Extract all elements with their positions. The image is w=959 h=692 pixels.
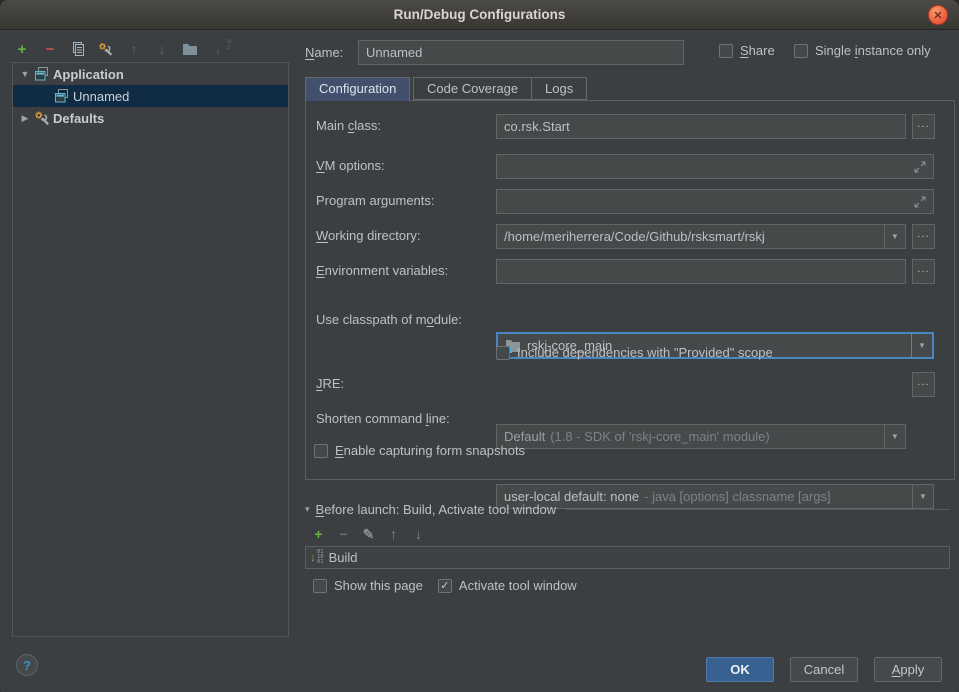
before-launch-toolbar: + − ✎ ↑ ↓ (313, 526, 424, 542)
jre-browse-button[interactable]: ... (912, 372, 935, 397)
chevron-collapsed-icon[interactable]: ▶ (17, 113, 33, 124)
tree-item-defaults[interactable]: ▶ Defaults (13, 107, 288, 129)
run-debug-configurations-dialog: Run/Debug Configurations ✕ + − (0, 0, 959, 692)
include-provided-label: Include dependencies with "Provided" sco… (517, 345, 773, 360)
checkbox-box[interactable] (496, 346, 510, 360)
classpath-module-label: Use classpath of module: (316, 312, 462, 327)
show-this-page-checkbox[interactable]: Show this page (313, 578, 423, 593)
single-instance-label: Single instance only (815, 43, 931, 58)
application-icon (53, 88, 71, 104)
help-icon: ? (23, 658, 31, 673)
defaults-wrench-icon (33, 110, 51, 126)
share-checkbox[interactable]: Share (719, 43, 775, 58)
before-launch-section-header[interactable]: ▾ Before launch: Build, Activate tool wi… (305, 502, 950, 517)
name-input[interactable]: Unnamed (358, 40, 684, 65)
activate-tool-window-checkbox[interactable]: ✓ Activate tool window (438, 578, 577, 593)
main-class-browse-button[interactable]: ... (912, 114, 935, 139)
before-launch-task-list: ↓ 01 10 01 Build (305, 546, 950, 569)
shorten-command-line-label: Shorten command line: (316, 411, 450, 426)
tab-configuration[interactable]: Configuration (305, 77, 410, 101)
include-provided-checkbox[interactable]: Include dependencies with "Provided" sco… (496, 345, 773, 360)
configurations-toolbar: + − ↑ ↓ ↓ (14, 38, 226, 60)
chevron-down-icon[interactable]: ▼ (884, 225, 905, 248)
name-label: Name: (305, 45, 343, 60)
program-arguments-input[interactable] (496, 189, 934, 214)
tree-item-unnamed[interactable]: Unnamed (13, 85, 288, 107)
environment-variables-label: Environment variables: (316, 263, 448, 278)
task-build[interactable]: ↓ 01 10 01 Build (306, 547, 949, 568)
move-task-down-icon[interactable]: ↓ (413, 526, 424, 542)
working-directory-combobox[interactable]: /home/meriherrera/Code/Github/rsksmart/r… (496, 224, 906, 249)
tree-item-application[interactable]: ▼ Application (13, 63, 288, 85)
section-collapse-icon[interactable]: ▾ (305, 504, 310, 515)
checkbox-box[interactable] (719, 44, 733, 58)
activate-tool-window-label: Activate tool window (459, 578, 577, 593)
move-up-icon[interactable]: ↑ (126, 41, 142, 57)
configuration-panel: Main class: co.rsk.Start ... VM options:… (305, 100, 955, 480)
compile-icon: ↓ 01 10 01 (310, 550, 324, 564)
remove-task-icon[interactable]: − (338, 526, 349, 542)
add-configuration-icon[interactable]: + (14, 41, 30, 57)
move-task-up-icon[interactable]: ↑ (388, 526, 399, 542)
chevron-down-icon[interactable]: ▼ (884, 425, 905, 448)
tree-item-label: Application (51, 67, 124, 82)
vm-options-input[interactable] (496, 154, 934, 179)
environment-variables-browse-button[interactable]: ... (912, 259, 935, 284)
edit-defaults-icon[interactable] (98, 41, 114, 57)
tab-logs[interactable]: Logs (531, 77, 587, 100)
working-directory-label: Working directory: (316, 228, 421, 243)
main-class-label: Main class: (316, 118, 381, 133)
show-this-page-label: Show this page (334, 578, 423, 593)
edit-task-icon[interactable]: ✎ (363, 526, 374, 542)
program-arguments-label: Program arguments: (316, 193, 435, 208)
vm-options-label: VM options: (316, 158, 385, 173)
move-down-icon[interactable]: ↓ (154, 41, 170, 57)
expand-editor-icon[interactable] (914, 196, 926, 208)
before-launch-options: Show this page ✓ Activate tool window (313, 578, 577, 593)
expand-editor-icon[interactable] (914, 161, 926, 173)
sort-configurations-icon[interactable]: ↓ a z (210, 41, 226, 57)
chevron-expanded-icon[interactable]: ▼ (17, 69, 33, 79)
check-icon: ✓ (440, 579, 449, 592)
before-launch-title: Before launch: Build, Activate tool wind… (316, 502, 557, 517)
tab-code-coverage[interactable]: Code Coverage (413, 77, 532, 100)
working-directory-browse-button[interactable]: ... (912, 224, 935, 249)
checkbox-box[interactable] (313, 579, 327, 593)
close-icon: ✕ (933, 9, 942, 22)
single-instance-checkbox[interactable]: Single instance only (794, 43, 931, 58)
checkbox-box[interactable] (314, 444, 328, 458)
jre-label: JRE: (316, 376, 344, 391)
help-button[interactable]: ? (16, 654, 38, 676)
configurations-tree: ▼ Application Unnamed ▶ (12, 62, 289, 637)
chevron-down-icon[interactable]: ▼ (911, 334, 932, 357)
main-class-input[interactable]: co.rsk.Start (496, 114, 906, 139)
environment-variables-input[interactable] (496, 259, 906, 284)
add-task-icon[interactable]: + (313, 526, 324, 542)
dialog-title: Run/Debug Configurations (0, 0, 959, 29)
remove-configuration-icon[interactable]: − (42, 41, 58, 57)
jre-combobox[interactable]: Default (1.8 - SDK of 'rskj-core_main' m… (496, 424, 906, 449)
close-button[interactable]: ✕ (928, 5, 948, 25)
checkbox-box[interactable] (794, 44, 808, 58)
tree-item-label: Defaults (51, 111, 104, 126)
new-folder-icon[interactable] (182, 41, 198, 57)
apply-button[interactable]: Apply (874, 657, 942, 682)
section-divider (566, 509, 950, 510)
ok-button[interactable]: OK (706, 657, 774, 682)
jre-hint: (1.8 - SDK of 'rskj-core_main' module) (550, 429, 770, 444)
copy-configuration-icon[interactable] (70, 41, 86, 57)
application-icon (33, 66, 51, 82)
checkbox-box-checked[interactable]: ✓ (438, 579, 452, 593)
title-bar: Run/Debug Configurations ✕ (0, 0, 959, 30)
capture-snapshots-checkbox[interactable]: Enable capturing form snapshots (314, 443, 525, 458)
tree-item-label: Unnamed (71, 89, 129, 104)
share-label: Share (740, 43, 775, 58)
cancel-button[interactable]: Cancel (790, 657, 858, 682)
task-build-label: Build (329, 550, 358, 565)
capture-snapshots-label: Enable capturing form snapshots (335, 443, 525, 458)
